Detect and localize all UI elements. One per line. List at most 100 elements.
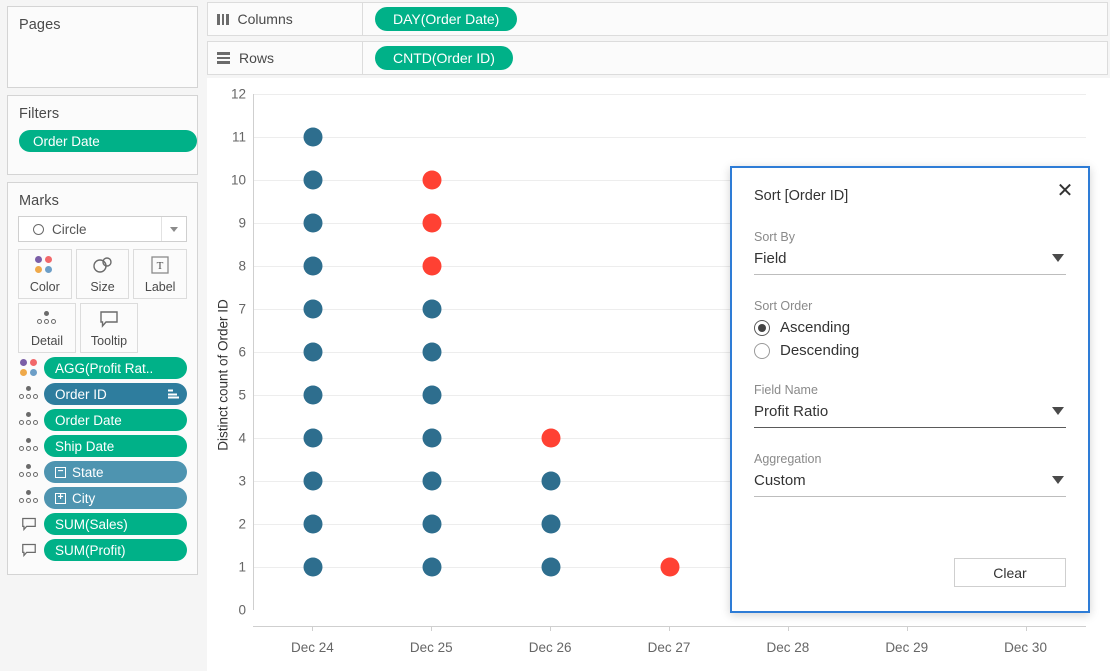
sort-by-select[interactable]: Field	[754, 250, 1066, 275]
sort-order-descending-label: Descending	[780, 342, 859, 359]
chevron-down-icon[interactable]	[161, 217, 186, 241]
circle-icon	[33, 224, 44, 235]
marks-pill-agg-profit-rat[interactable]: AGG(Profit Rat..	[44, 357, 187, 379]
data-point[interactable]	[423, 386, 442, 405]
detail-button-label: Detail	[31, 334, 63, 348]
data-point[interactable]	[423, 171, 442, 190]
mark-type-select[interactable]: Circle	[18, 216, 187, 242]
marks-pill-row: +City	[18, 487, 197, 509]
filter-pill-order-date[interactable]: Order Date	[19, 130, 197, 152]
marks-pill-state[interactable]: −State	[44, 461, 187, 483]
marks-pill-sum-profit[interactable]: SUM(Profit)	[44, 539, 187, 561]
label-button-label: Label	[145, 280, 176, 294]
sort-order-descending[interactable]: Descending	[754, 342, 1066, 359]
data-point[interactable]	[423, 300, 442, 319]
sort-icon[interactable]	[168, 390, 179, 399]
x-tick-label: Dec 29	[885, 640, 928, 655]
detail-dots-icon	[18, 464, 40, 480]
rows-shelf-label-wrap: Rows	[208, 42, 363, 74]
detail-dots-icon	[18, 490, 40, 506]
data-point[interactable]	[423, 472, 442, 491]
sort-order-ascending-label: Ascending	[780, 319, 850, 336]
data-point[interactable]	[423, 558, 442, 577]
field-name-value: Profit Ratio	[754, 403, 828, 420]
close-icon[interactable]: ✕	[1050, 176, 1080, 206]
marks-buttons-row-2: Detail Tooltip	[18, 303, 187, 353]
data-point[interactable]	[304, 558, 323, 577]
color-dots-icon	[35, 250, 54, 280]
marks-pill-order-id[interactable]: Order ID	[44, 383, 187, 405]
data-point[interactable]	[304, 128, 323, 147]
gridline	[254, 137, 1086, 138]
columns-pill-day-order-date[interactable]: DAY(Order Date)	[375, 7, 517, 31]
color-dots-icon	[18, 359, 40, 378]
marks-pill-label: AGG(Profit Rat..	[55, 361, 153, 376]
field-name-label: Field Name	[754, 383, 1066, 397]
columns-icon	[217, 14, 229, 25]
rows-shelf[interactable]: Rows CNTD(Order ID)	[207, 41, 1108, 75]
data-point[interactable]	[423, 343, 442, 362]
aggregation-label: Aggregation	[754, 452, 1066, 466]
data-point[interactable]	[423, 515, 442, 534]
data-point[interactable]	[304, 472, 323, 491]
clear-button[interactable]: Clear	[954, 558, 1066, 587]
filters-card: Filters Order Date	[7, 95, 198, 175]
radio-descending-icon[interactable]	[754, 343, 770, 359]
data-point[interactable]	[304, 300, 323, 319]
detail-dots-icon	[18, 438, 40, 454]
y-tick-label: 1	[238, 560, 246, 575]
y-tick-label: 4	[238, 431, 246, 446]
data-point[interactable]	[304, 257, 323, 276]
detail-button[interactable]: Detail	[18, 303, 76, 353]
marks-pill-label: Order ID	[55, 387, 107, 402]
marks-card-title: Marks	[8, 183, 197, 215]
columns-shelf[interactable]: Columns DAY(Order Date)	[207, 2, 1108, 36]
detail-dots-icon	[36, 304, 58, 334]
sort-dialog: Sort [Order ID] ✕ Sort By Field Sort Ord…	[730, 166, 1090, 613]
columns-shelf-label-wrap: Columns	[208, 3, 363, 35]
data-point[interactable]	[304, 343, 323, 362]
data-point[interactable]	[304, 515, 323, 534]
data-point[interactable]	[542, 558, 561, 577]
x-tick	[1026, 626, 1027, 631]
aggregation-select[interactable]: Custom	[754, 472, 1066, 497]
sort-order-ascending[interactable]: Ascending	[754, 319, 1066, 336]
rows-pill-cntd-order-id[interactable]: CNTD(Order ID)	[375, 46, 513, 70]
marks-pill-ship-date[interactable]: Ship Date	[44, 435, 187, 457]
expand-icon[interactable]: +	[55, 493, 66, 504]
data-point[interactable]	[661, 558, 680, 577]
data-point[interactable]	[304, 214, 323, 233]
svg-text:T: T	[157, 260, 164, 272]
data-point[interactable]	[542, 429, 561, 448]
detail-dots-icon	[18, 386, 40, 402]
data-point[interactable]	[304, 429, 323, 448]
label-button[interactable]: T Label	[133, 249, 187, 299]
columns-pill-wrap: DAY(Order Date)	[363, 7, 517, 31]
y-tick-label: 6	[238, 345, 246, 360]
collapse-icon[interactable]: −	[55, 467, 66, 478]
tooltip-bubble-icon	[18, 543, 40, 557]
size-circles-icon	[91, 250, 115, 280]
data-point[interactable]	[304, 171, 323, 190]
x-tick-label: Dec 30	[1004, 640, 1047, 655]
marks-pill-city[interactable]: +City	[44, 487, 187, 509]
data-point[interactable]	[542, 472, 561, 491]
x-tick-label: Dec 24	[291, 640, 334, 655]
data-point[interactable]	[304, 386, 323, 405]
sort-by-label: Sort By	[754, 230, 1066, 244]
data-point[interactable]	[542, 515, 561, 534]
chevron-down-icon	[1052, 254, 1064, 262]
marks-card: Marks Circle Color Size	[7, 182, 198, 575]
data-point[interactable]	[423, 257, 442, 276]
field-name-select[interactable]: Profit Ratio	[754, 403, 1066, 428]
marks-pill-sum-sales[interactable]: SUM(Sales)	[44, 513, 187, 535]
marks-pill-row: Order Date	[18, 409, 197, 431]
color-button[interactable]: Color	[18, 249, 72, 299]
data-point[interactable]	[423, 214, 442, 233]
tooltip-button[interactable]: Tooltip	[80, 303, 138, 353]
pages-card: Pages	[7, 6, 198, 88]
size-button[interactable]: Size	[76, 249, 130, 299]
marks-pill-order-date[interactable]: Order Date	[44, 409, 187, 431]
radio-ascending-icon[interactable]	[754, 320, 770, 336]
data-point[interactable]	[423, 429, 442, 448]
